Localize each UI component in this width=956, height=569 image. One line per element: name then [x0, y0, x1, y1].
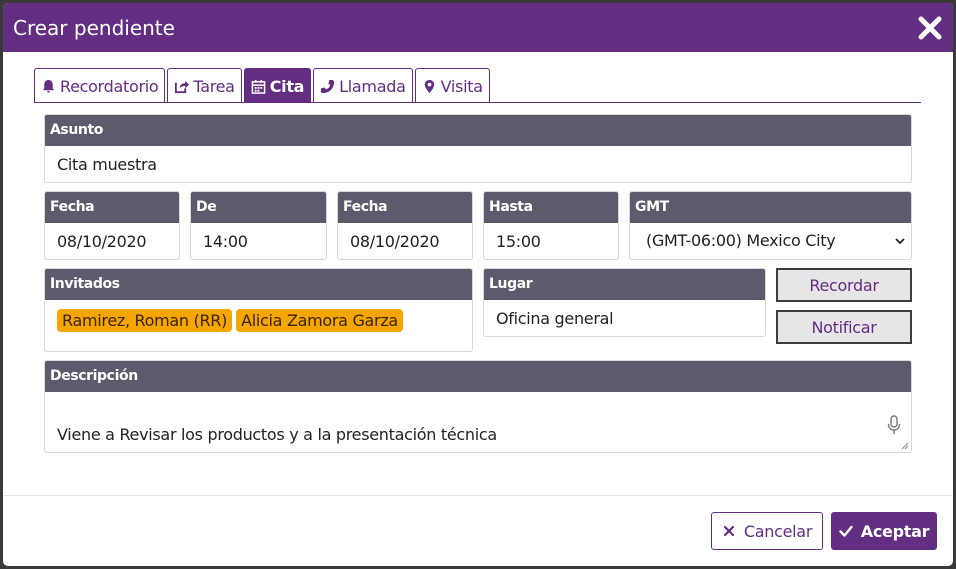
- resize-handle-icon[interactable]: [901, 442, 909, 450]
- invitados-chip-list[interactable]: Ramirez, Roman (RR) Alicia Zamora Garza: [45, 300, 472, 332]
- fecha-fin-field: Fecha 08/10/2020: [337, 191, 473, 260]
- asunto-label: Asunto: [45, 115, 911, 146]
- lugar-label: Lugar: [484, 269, 765, 300]
- dialog-title: Crear pendiente: [13, 15, 175, 40]
- accept-label: Aceptar: [860, 521, 930, 541]
- fecha-fin-label: Fecha: [338, 192, 472, 223]
- fecha-inicio-input[interactable]: 08/10/2020: [45, 223, 179, 251]
- tab-llamada[interactable]: Llamada: [313, 68, 413, 103]
- chevron-down-icon: [895, 237, 905, 244]
- calendar-icon: [251, 79, 266, 94]
- cancel-label: Cancelar: [743, 521, 813, 541]
- footer-divider: [3, 495, 953, 496]
- dialog-header: Crear pendiente: [3, 3, 953, 52]
- tab-visita[interactable]: Visita: [414, 68, 490, 103]
- tab-bar: Recordatorio Tarea Cita Llamada Visita: [34, 68, 492, 103]
- gmt-select[interactable]: (GMT-06:00) Mexico City: [630, 223, 911, 250]
- tab-label: Tarea: [193, 76, 235, 96]
- tab-tarea[interactable]: Tarea: [167, 68, 242, 103]
- lugar-input[interactable]: Oficina general: [484, 300, 765, 328]
- times-icon: [723, 525, 735, 537]
- asunto-input[interactable]: Cita muestra: [45, 146, 911, 174]
- fecha-inicio-label: Fecha: [45, 192, 179, 223]
- close-icon: [918, 16, 942, 40]
- invitados-field: Invitados Ramirez, Roman (RR) Alicia Zam…: [44, 268, 473, 352]
- notificar-button[interactable]: Notificar: [776, 310, 912, 344]
- hasta-field: Hasta 15:00: [483, 191, 619, 260]
- gmt-label: GMT: [630, 192, 911, 223]
- phone-icon: [321, 79, 335, 93]
- tab-label: Cita: [269, 76, 305, 96]
- descripcion-field: Descripción Viene a Revisar los producto…: [44, 360, 912, 453]
- lugar-field: Lugar Oficina general: [483, 268, 766, 337]
- hasta-input[interactable]: 15:00: [484, 223, 618, 251]
- invitado-chip[interactable]: Ramirez, Roman (RR): [57, 309, 233, 332]
- share-icon: [175, 80, 190, 93]
- map-marker-icon: [424, 79, 434, 93]
- tab-label: Recordatorio: [60, 76, 159, 96]
- accept-button[interactable]: Aceptar: [831, 512, 937, 550]
- close-button[interactable]: [913, 11, 947, 45]
- check-icon: [839, 525, 853, 537]
- fecha-fin-input[interactable]: 08/10/2020: [338, 223, 472, 251]
- de-input[interactable]: 14:00: [191, 223, 326, 251]
- tab-recordatorio[interactable]: Recordatorio: [34, 68, 166, 103]
- de-field: De 14:00: [190, 191, 327, 260]
- create-task-dialog: Crear pendiente Recordatorio Tarea Cita …: [3, 3, 953, 566]
- tab-label: Llamada: [339, 76, 406, 96]
- tab-divider: [34, 102, 921, 103]
- recordar-button[interactable]: Recordar: [776, 268, 912, 302]
- asunto-field: Asunto Cita muestra: [44, 114, 912, 183]
- tab-label: Visita: [440, 76, 483, 96]
- invitado-chip[interactable]: Alicia Zamora Garza: [236, 309, 403, 332]
- microphone-icon[interactable]: [887, 415, 901, 435]
- bell-icon: [42, 79, 55, 93]
- gmt-selected-value: (GMT-06:00) Mexico City: [646, 231, 836, 250]
- tab-cita[interactable]: Cita: [243, 68, 312, 103]
- fecha-inicio-field: Fecha 08/10/2020: [44, 191, 180, 260]
- gmt-field: GMT (GMT-06:00) Mexico City: [629, 191, 912, 260]
- descripcion-label: Descripción: [45, 361, 911, 392]
- descripcion-textarea[interactable]: Viene a Revisar los productos y a la pre…: [45, 392, 911, 444]
- de-label: De: [191, 192, 326, 223]
- invitados-label: Invitados: [45, 269, 472, 300]
- cancel-button[interactable]: Cancelar: [711, 512, 823, 550]
- hasta-label: Hasta: [484, 192, 618, 223]
